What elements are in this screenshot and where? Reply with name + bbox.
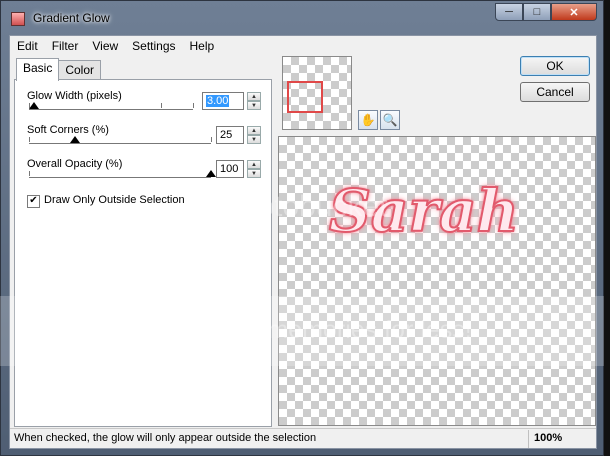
glow-width-input[interactable]: 3.00	[202, 92, 244, 110]
menu-filter[interactable]: Filter	[45, 39, 86, 53]
glow-width-slider-thumb[interactable]	[28, 102, 39, 109]
zoom-tool-button[interactable]: 🔍	[380, 110, 400, 130]
glow-width-spinner[interactable]: ▲ ▼	[247, 92, 261, 110]
overall-opacity-spinner[interactable]: ▲ ▼	[247, 160, 261, 178]
spin-down-icon[interactable]: ▼	[247, 135, 261, 144]
slider-tick	[211, 137, 212, 142]
spin-up-icon[interactable]: ▲	[247, 160, 261, 169]
zoom-level: 100%	[534, 432, 563, 444]
gradient-glow-window: Gradient Glow ─ □ ✕ Edit Filter View Set…	[0, 0, 604, 456]
tab-basic[interactable]: Basic	[16, 58, 60, 81]
soft-corners-slider-track[interactable]	[29, 142, 211, 144]
menu-edit[interactable]: Edit	[10, 39, 45, 53]
app-icon	[11, 12, 25, 26]
checkmark-icon: ✔	[29, 195, 38, 206]
spin-down-icon[interactable]: ▼	[247, 101, 261, 110]
overall-opacity-input[interactable]: 100	[216, 160, 244, 178]
soft-corners-input[interactable]: 25	[216, 126, 244, 144]
background-edge	[604, 0, 610, 456]
title-bar[interactable]: Gradient Glow ─ □ ✕	[1, 1, 605, 35]
settings-pane: Basic Color Glow Width (pixels) 3.00 ▲ ▼ …	[10, 56, 276, 427]
menu-settings[interactable]: Settings	[125, 39, 182, 53]
magnifier-icon: 🔍	[382, 113, 398, 127]
menu-view[interactable]: View	[85, 39, 125, 53]
cancel-button[interactable]: Cancel	[520, 82, 590, 102]
tab-strip: Basic Color	[16, 58, 102, 81]
overall-opacity-label: Overall Opacity (%)	[27, 158, 123, 170]
status-message: When checked, the glow will only appear …	[14, 432, 317, 444]
spin-up-icon[interactable]: ▲	[247, 126, 261, 135]
status-divider	[528, 430, 529, 448]
minimize-button[interactable]: ─	[495, 3, 523, 21]
spin-down-icon[interactable]: ▼	[247, 169, 261, 178]
spin-up-icon[interactable]: ▲	[247, 92, 261, 101]
close-button[interactable]: ✕	[551, 3, 597, 21]
menu-bar: Edit Filter View Settings Help	[10, 36, 596, 56]
overall-opacity-slider-track[interactable]	[29, 176, 211, 178]
tab-color[interactable]: Color	[58, 60, 102, 81]
overall-opacity-slider-thumb[interactable]	[206, 170, 216, 177]
slider-tick	[161, 103, 162, 108]
dialog-client: Edit Filter View Settings Help Basic Col…	[9, 35, 597, 449]
basic-panel: Glow Width (pixels) 3.00 ▲ ▼ Soft Corners…	[14, 79, 272, 427]
soft-corners-label: Soft Corners (%)	[27, 124, 109, 136]
slider-tick	[29, 137, 30, 142]
hand-tool-button[interactable]: ✋	[358, 110, 378, 130]
navigator-view-rect[interactable]	[287, 81, 323, 113]
soft-corners-spinner[interactable]: ▲ ▼	[247, 126, 261, 144]
preview-text: Sarah	[328, 176, 520, 246]
draw-only-outside-label[interactable]: Draw Only Outside Selection	[44, 194, 185, 206]
status-bar: When checked, the glow will only appear …	[10, 428, 596, 449]
window-title: Gradient Glow	[33, 11, 110, 25]
hand-icon: ✋	[360, 113, 376, 127]
draw-only-outside-checkbox[interactable]: ✔	[27, 195, 40, 208]
ok-button[interactable]: OK	[520, 56, 590, 76]
soft-corners-slider-thumb[interactable]	[69, 136, 80, 143]
glow-width-slider-track[interactable]	[29, 108, 193, 110]
main-preview[interactable]: Sarah	[278, 136, 596, 426]
menu-help[interactable]: Help	[183, 39, 222, 53]
slider-tick	[193, 103, 194, 108]
glow-width-label: Glow Width (pixels)	[27, 90, 122, 102]
maximize-button[interactable]: □	[523, 3, 551, 21]
navigator-preview[interactable]	[282, 56, 352, 130]
slider-tick	[29, 171, 30, 176]
